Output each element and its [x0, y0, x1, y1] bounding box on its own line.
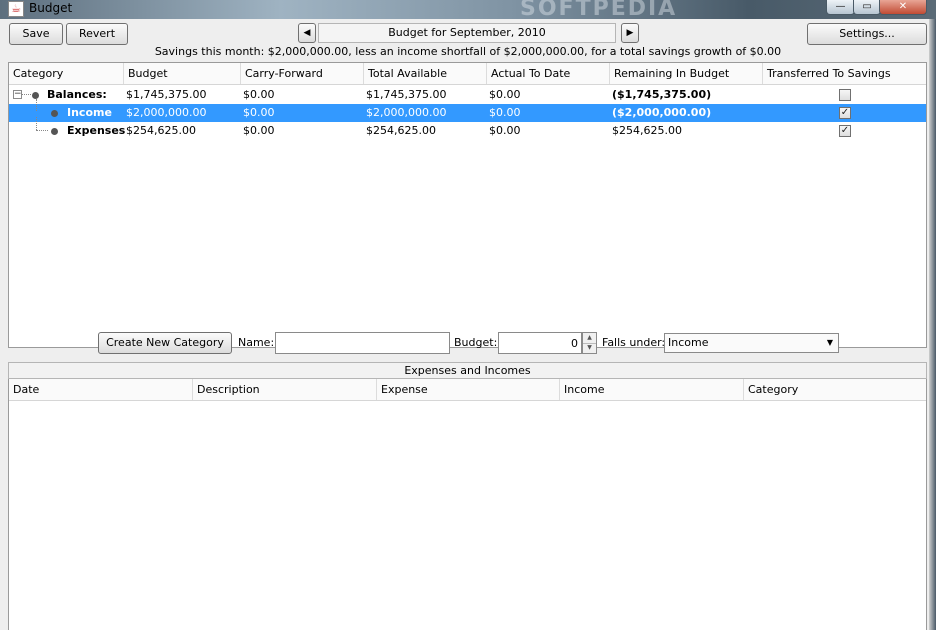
- chevron-down-icon: ▼: [826, 338, 833, 347]
- savings-summary: Savings this month: $2,000,000.00, less …: [154, 45, 782, 58]
- remaining-cell: $254,625.00: [612, 124, 682, 137]
- close-button[interactable]: ✕: [879, 0, 927, 15]
- column-header-budget[interactable]: Budget: [124, 63, 241, 84]
- watermark: SOFTPEDIA: [520, 0, 678, 21]
- column-header-date[interactable]: Date: [9, 379, 193, 400]
- falls-under-select[interactable]: Income ▼: [664, 333, 839, 353]
- category-name: Income: [67, 106, 112, 119]
- transactions-table[interactable]: Date Description Expense Income Category: [8, 379, 927, 630]
- window-edge: [929, 19, 936, 630]
- table-row[interactable]: Expenses $254,625.00 $0.00 $254,625.00 $…: [9, 117, 926, 140]
- budget-cell: $1,745,375.00: [126, 88, 207, 101]
- collapse-icon[interactable]: −: [13, 90, 22, 99]
- column-header-remaining[interactable]: Remaining In Budget: [610, 63, 763, 84]
- name-label: Name:: [238, 336, 275, 349]
- budget-cell: $2,000,000.00: [126, 106, 207, 119]
- window-title: Budget: [29, 1, 73, 15]
- minimize-button[interactable]: —: [826, 0, 855, 15]
- actual-to-date-cell: $0.00: [489, 106, 521, 119]
- budget-input[interactable]: [498, 332, 582, 354]
- tree-line: [22, 94, 31, 95]
- total-available-cell: $2,000,000.00: [366, 106, 447, 119]
- column-header-category[interactable]: Category: [744, 379, 926, 400]
- remaining-cell: ($2,000,000.00): [612, 106, 712, 119]
- column-header-expense[interactable]: Expense: [377, 379, 560, 400]
- carry-forward-cell: $0.00: [243, 106, 275, 119]
- column-header-income[interactable]: Income: [560, 379, 744, 400]
- budget-cell: $254,625.00: [126, 124, 196, 137]
- maximize-button[interactable]: ▭: [853, 0, 881, 15]
- column-header-total-available[interactable]: Total Available: [364, 63, 487, 84]
- previous-month-button[interactable]: ◀: [298, 23, 316, 43]
- name-input[interactable]: [275, 332, 450, 354]
- node-icon: [51, 110, 58, 117]
- table-row[interactable]: Income $2,000,000.00 $0.00 $2,000,000.00…: [9, 99, 926, 122]
- node-icon: [32, 92, 39, 99]
- column-header-transferred[interactable]: Transferred To Savings: [763, 63, 926, 84]
- category-name: Balances:: [47, 88, 107, 101]
- tree-line: [36, 117, 37, 130]
- transferred-checkbox[interactable]: ✓: [839, 125, 851, 137]
- total-available-cell: $254,625.00: [366, 124, 436, 137]
- settings-button[interactable]: Settings...: [807, 23, 927, 45]
- transferred-checkbox[interactable]: [839, 89, 851, 101]
- category-name: Expenses: [67, 124, 126, 137]
- revert-button[interactable]: Revert: [66, 23, 128, 45]
- table-row[interactable]: − Balances: $1,745,375.00 $0.00 $1,745,3…: [9, 86, 926, 104]
- tree-line: [36, 130, 48, 131]
- budget-label: Budget:: [454, 336, 498, 349]
- transactions-table-header: Date Description Expense Income Category: [9, 379, 926, 401]
- column-header-description[interactable]: Description: [193, 379, 377, 400]
- java-cup-icon: ☕: [8, 1, 24, 17]
- create-new-category-button[interactable]: Create New Category: [98, 332, 232, 354]
- carry-forward-cell: $0.00: [243, 88, 275, 101]
- next-month-button[interactable]: ▶: [621, 23, 639, 43]
- falls-under-value: Income: [668, 336, 709, 349]
- tree-line: [36, 99, 37, 111]
- carry-forward-cell: $0.00: [243, 124, 275, 137]
- expenses-incomes-title: Expenses and Incomes: [8, 362, 927, 379]
- column-header-carry-forward[interactable]: Carry-Forward: [241, 63, 364, 84]
- falls-under-label: Falls under:: [602, 336, 666, 349]
- transferred-checkbox[interactable]: ✓: [839, 107, 851, 119]
- month-label: Budget for September, 2010: [318, 23, 616, 43]
- actual-to-date-cell: $0.00: [489, 88, 521, 101]
- actual-to-date-cell: $0.00: [489, 124, 521, 137]
- category-table-header: Category Budget Carry-Forward Total Avai…: [9, 63, 926, 85]
- main-frame: Save Revert ◀ Budget for September, 2010…: [0, 19, 936, 630]
- total-available-cell: $1,745,375.00: [366, 88, 447, 101]
- node-icon: [51, 128, 58, 135]
- spin-down-icon[interactable]: ▼: [583, 343, 596, 353]
- save-button[interactable]: Save: [9, 23, 63, 45]
- title-bar[interactable]: ☕ Budget SOFTPEDIA — ▭ ✕: [0, 0, 936, 21]
- budget-spinner[interactable]: ▲ ▼: [582, 332, 597, 354]
- column-header-actual-to-date[interactable]: Actual To Date: [487, 63, 610, 84]
- remaining-cell: ($1,745,375.00): [612, 88, 712, 101]
- column-header-category[interactable]: Category: [9, 63, 124, 84]
- category-table[interactable]: Category Budget Carry-Forward Total Avai…: [8, 62, 927, 348]
